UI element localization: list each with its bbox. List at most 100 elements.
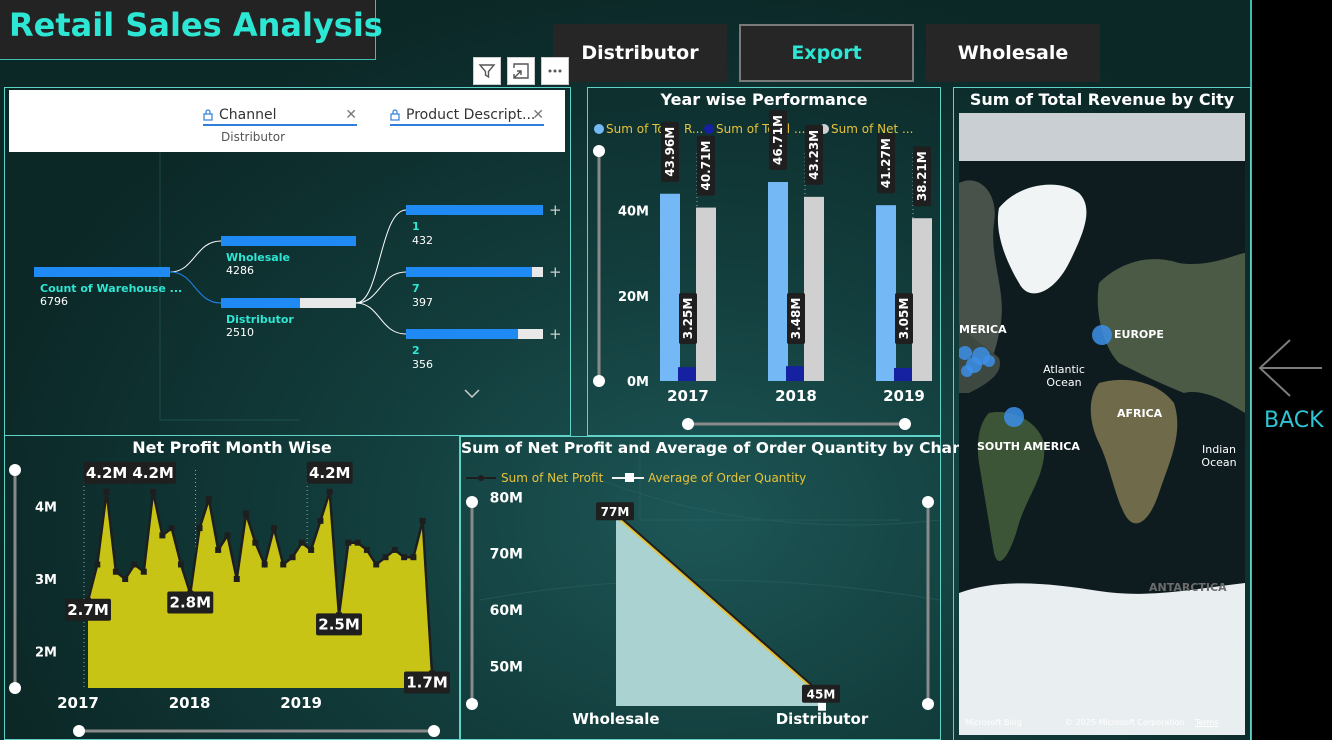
decomp-node-bar[interactable]: [221, 298, 300, 308]
decomp-root-label: Count of Warehouse ...: [40, 282, 182, 295]
map-title: Sum of Total Revenue by City: [969, 90, 1235, 109]
decomp-leaf-value: 356: [412, 358, 433, 371]
expand-plus-icon[interactable]: +: [549, 263, 562, 281]
legend-label: Average of Order Quantity: [648, 471, 806, 485]
data-point: [159, 532, 166, 539]
y-axis-label: 50M: [490, 660, 523, 676]
y-axis-label: 40M: [618, 205, 649, 220]
bar: [894, 368, 914, 381]
x-axis-label: 2018: [775, 387, 817, 405]
map-label: Indian Ocean: [1201, 443, 1237, 469]
data-label: 2.8M: [170, 594, 212, 612]
data-point: [131, 561, 138, 568]
bar-data-label: 3.25M: [681, 298, 695, 340]
range-slider-handle: [466, 496, 478, 508]
data-label: 4.2M: [132, 464, 174, 482]
bar: [804, 196, 824, 381]
bar-data-label: 43.96M: [663, 127, 677, 177]
y-axis-label: 3M: [35, 573, 57, 588]
decomp-root-bar[interactable]: [34, 267, 170, 277]
y-axis-label: 60M: [490, 603, 523, 619]
legend-label: Sum of Total ...: [716, 122, 805, 136]
range-slider-handle: [9, 682, 21, 694]
data-point: [419, 517, 426, 524]
back-button[interactable]: BACK: [1264, 408, 1324, 433]
bar: [912, 218, 932, 381]
nav-label: Export: [791, 42, 862, 64]
y-axis-label: 4M: [35, 500, 57, 515]
range-slider-handle: [428, 725, 440, 737]
nav-label: Distributor: [581, 42, 699, 64]
decomp-root-value: 6796: [40, 295, 68, 308]
nav-button-wholesale[interactable]: Wholesale: [926, 24, 1100, 82]
range-slider-handle: [899, 418, 911, 430]
decomp-node-bar[interactable]: [221, 236, 356, 246]
decomp-leaf-value: 397: [412, 296, 433, 309]
data-point: [103, 488, 110, 495]
data-point: [196, 525, 203, 532]
data-label: 45M: [807, 688, 836, 702]
legend-swatch: [594, 124, 604, 134]
y-axis-label: 2M: [35, 646, 57, 661]
nav-button-export[interactable]: Export: [739, 24, 914, 82]
data-point: [150, 488, 157, 495]
decomp-leaf-label: 7: [412, 282, 420, 295]
map-bing-logo: Microsoft Bing: [965, 718, 1022, 727]
bar-data-label: 43.23M: [807, 130, 821, 180]
data-point: [373, 561, 380, 568]
data-point: [168, 525, 175, 532]
back-arrow-icon[interactable]: [1256, 338, 1326, 398]
decomp-leaf-bar[interactable]: [406, 329, 518, 339]
legend-marker: [625, 473, 634, 482]
net-profit-area: [88, 491, 432, 688]
map-terms-link[interactable]: Terms: [1195, 718, 1219, 727]
legend-label: Sum of Net Profit: [501, 471, 604, 485]
range-slider-handle: [73, 725, 85, 737]
bar-data-label: 40.71M: [699, 141, 713, 191]
world-map-graphic: [959, 113, 1245, 735]
data-point: [391, 546, 398, 553]
data-point: [298, 539, 305, 546]
decomp-leaf-bar[interactable]: [406, 205, 543, 215]
bar: [678, 367, 698, 381]
bar: [786, 366, 806, 381]
decomposition-tree: Count of Warehouse ... 6796 Wholesale 42…: [34, 201, 562, 399]
map-copyright: © 2025 Microsoft Corporation: [1065, 718, 1185, 727]
revenue-map[interactable]: MERICA EUROPE Atlantic Ocean AFRICA SOUT…: [959, 113, 1245, 735]
data-point: [280, 561, 287, 568]
data-point: [215, 546, 222, 553]
data-point: [177, 561, 184, 568]
range-slider-handle: [682, 418, 694, 430]
data-point: [140, 568, 147, 575]
data-point: [363, 546, 370, 553]
decomp-node-label: Wholesale: [226, 251, 290, 264]
decomp-leaf-bar[interactable]: [406, 267, 532, 277]
chevron-down-icon[interactable]: [464, 389, 480, 399]
legend-marker: [478, 475, 484, 481]
expand-plus-icon[interactable]: +: [549, 325, 562, 343]
data-point: [261, 561, 268, 568]
map-label: SOUTH AMERICA: [977, 440, 1080, 453]
decomp-node-value: 4286: [226, 264, 254, 277]
range-slider-handle: [593, 375, 605, 387]
decomp-node-label: Distributor: [226, 313, 294, 326]
data-point: [205, 496, 212, 503]
x-axis-label: Wholesale: [572, 710, 659, 728]
data-point: [317, 517, 324, 524]
expand-plus-icon[interactable]: +: [549, 201, 562, 219]
data-point: [122, 576, 129, 582]
y-axis-label: 80M: [490, 490, 523, 506]
bar: [660, 193, 680, 381]
data-label: 4.2M: [309, 464, 351, 482]
decomp-node-value: 2510: [226, 326, 254, 339]
map-label: EUROPE: [1114, 328, 1164, 341]
bar: [768, 182, 788, 381]
map-label: AFRICA: [1117, 407, 1163, 420]
bar-data-label: 41.27M: [879, 138, 893, 188]
range-slider-handle: [593, 145, 605, 157]
data-point: [243, 510, 250, 517]
decomp-leaf-label: 2: [412, 344, 420, 357]
decomp-leaf-value: 432: [412, 234, 433, 247]
legend-swatch: [704, 124, 714, 134]
data-point: [308, 546, 315, 553]
